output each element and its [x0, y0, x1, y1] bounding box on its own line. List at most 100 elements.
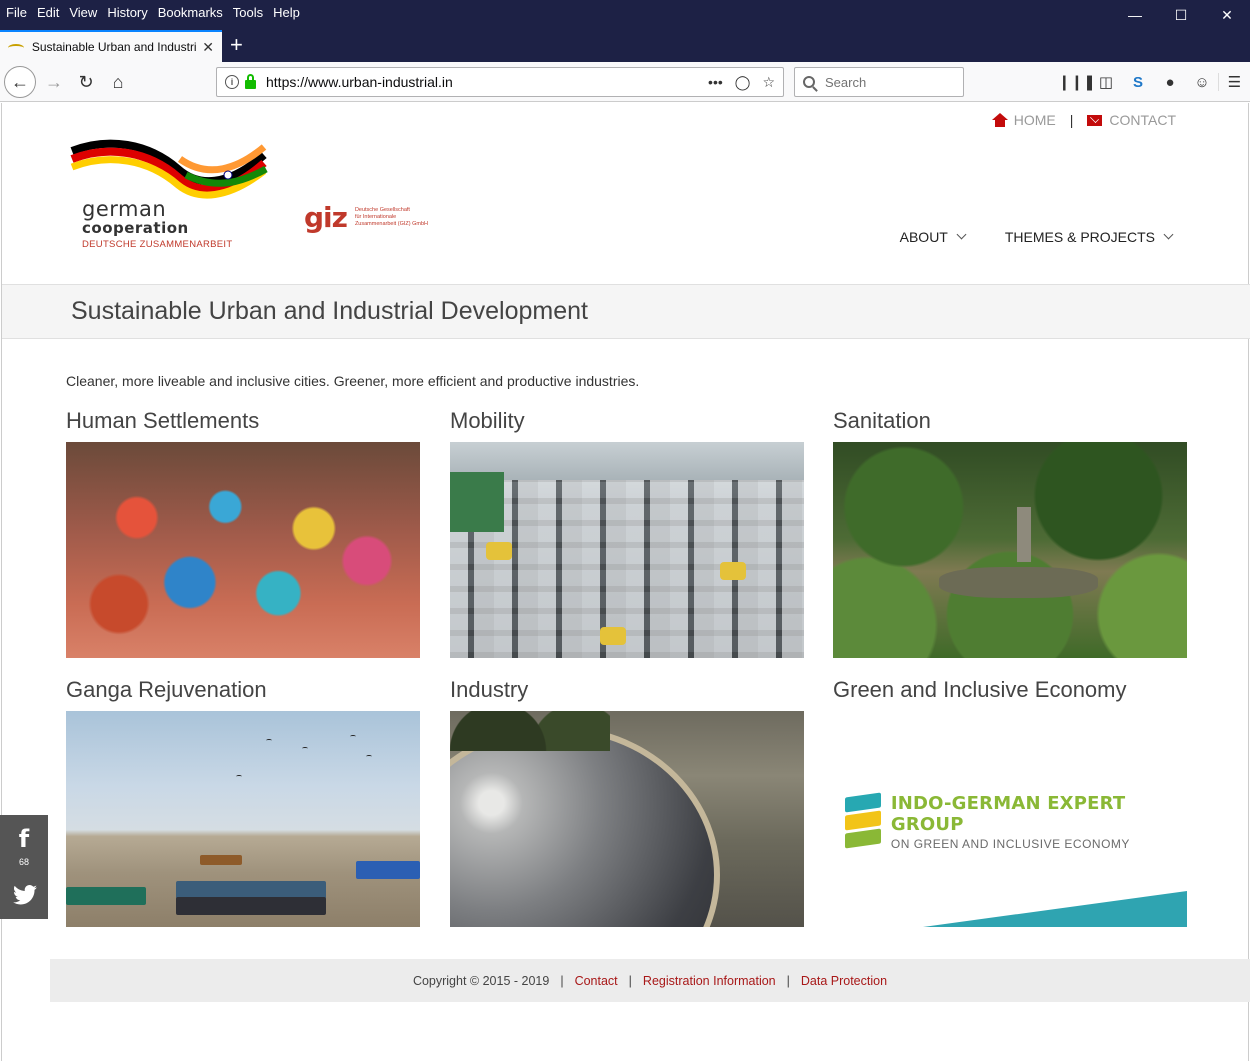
- menu-bookmarks[interactable]: Bookmarks: [158, 5, 223, 20]
- browser-titlebar: File Edit View History Bookmarks Tools H…: [0, 0, 1250, 62]
- extension-icon[interactable]: ●: [1154, 74, 1186, 91]
- card-image[interactable]: [833, 442, 1187, 658]
- card-title[interactable]: Sanitation: [833, 406, 1187, 442]
- search-bar[interactable]: Search: [794, 67, 964, 97]
- image-detail: [366, 755, 372, 758]
- card-image[interactable]: [66, 442, 420, 658]
- page-title: Sustainable Urban and Industrial Develop…: [71, 297, 588, 325]
- chevron-down-icon: [956, 229, 967, 240]
- card-image[interactable]: [66, 711, 420, 927]
- card-image[interactable]: [450, 711, 804, 927]
- giz-wordmark: giz: [304, 201, 348, 234]
- footer-contact-link[interactable]: Contact: [575, 974, 618, 988]
- favicon-icon: [8, 42, 26, 52]
- browser-tab[interactable]: Sustainable Urban and Industrial Develop…: [0, 30, 222, 62]
- footer-data-protection-link[interactable]: Data Protection: [801, 974, 887, 988]
- igeg-wedge-shape: [923, 891, 1187, 927]
- home-link[interactable]: HOME: [1014, 112, 1056, 128]
- card-image[interactable]: [450, 442, 804, 658]
- card-human-settlements[interactable]: Human Settlements: [66, 406, 420, 658]
- image-detail: [720, 562, 746, 580]
- menu-file[interactable]: File: [6, 5, 27, 20]
- nav-about[interactable]: ABOUT: [899, 229, 967, 245]
- close-tab-icon[interactable]: ✕: [202, 39, 214, 56]
- pocket-icon[interactable]: ◯: [735, 74, 751, 91]
- nav-themes-projects[interactable]: THEMES & PROJECTS: [1005, 229, 1174, 245]
- facebook-icon[interactable]: f: [14, 827, 34, 851]
- forward-icon[interactable]: →: [38, 66, 70, 98]
- close-window-icon[interactable]: ✕: [1204, 0, 1250, 30]
- image-detail: [302, 747, 308, 750]
- twitter-icon[interactable]: [13, 885, 37, 905]
- maximize-icon[interactable]: ☐: [1158, 0, 1204, 30]
- info-icon[interactable]: i: [225, 75, 239, 89]
- card-title[interactable]: Green and Inclusive Economy: [833, 675, 1187, 711]
- theme-grid: Human Settlements Mobility Sanitation Ga…: [66, 406, 1187, 936]
- url-actions: ••• ◯ ☆: [708, 74, 775, 91]
- hamburger-menu-icon[interactable]: ☰: [1218, 73, 1250, 91]
- extension-s-icon[interactable]: S: [1122, 74, 1154, 91]
- logo-line-cooperation: cooperation: [82, 219, 189, 237]
- menu-edit[interactable]: Edit: [37, 5, 59, 20]
- card-industry[interactable]: Industry: [450, 675, 804, 927]
- footer-separator: |: [786, 973, 790, 988]
- library-icon[interactable]: ❙❙❚: [1058, 73, 1096, 91]
- account-icon[interactable]: ☺: [1186, 74, 1218, 91]
- image-detail: [200, 855, 242, 865]
- home-button-icon[interactable]: ⌂: [102, 66, 134, 98]
- home-icon: [991, 113, 1008, 127]
- card-ganga-rejuvenation[interactable]: Ganga Rejuvenation: [66, 675, 420, 927]
- social-share-bar: f 68: [0, 815, 48, 919]
- page-actions-icon[interactable]: •••: [708, 74, 723, 91]
- bookmark-star-icon[interactable]: ☆: [762, 74, 775, 91]
- url-bar[interactable]: i https://www.urban-industrial.in ••• ◯ …: [216, 67, 784, 97]
- image-detail: [356, 861, 420, 879]
- image-detail: [450, 472, 504, 532]
- web-page: HOME | CONTACT german cooperation DEUTSC…: [1, 103, 1250, 1061]
- footer-separator: |: [628, 973, 632, 988]
- new-tab-icon[interactable]: +: [230, 34, 243, 56]
- back-icon[interactable]: ←: [4, 66, 36, 98]
- card-mobility[interactable]: Mobility: [450, 406, 804, 658]
- image-detail: [66, 887, 146, 905]
- menu-tools[interactable]: Tools: [233, 5, 263, 20]
- menu-view[interactable]: View: [69, 5, 97, 20]
- igeg-subtitle: ON GREEN AND INCLUSIVE ECONOMY: [890, 837, 1130, 851]
- card-sanitation[interactable]: Sanitation: [833, 406, 1187, 658]
- contact-link[interactable]: CONTACT: [1109, 112, 1176, 128]
- intro-text: Cleaner, more liveable and inclusive cit…: [66, 373, 640, 389]
- search-icon: [803, 76, 815, 88]
- reload-icon[interactable]: ↻: [70, 66, 102, 98]
- search-input[interactable]: Search: [825, 75, 866, 90]
- giz-logo[interactable]: giz Deutsche Gesellschaft für Internatio…: [304, 201, 428, 234]
- igeg-title: INDO-GERMAN EXPERT GROUP: [890, 793, 1126, 835]
- nav-separator: |: [1069, 112, 1074, 128]
- footer: Copyright © 2015 - 2019 | Contact | Regi…: [50, 959, 1250, 1002]
- minimize-icon[interactable]: —: [1112, 0, 1158, 30]
- menu-history[interactable]: History: [107, 5, 147, 20]
- card-image[interactable]: INDO-GERMAN EXPERT GROUP ON GREEN AND IN…: [833, 711, 1187, 927]
- nav-about-label: ABOUT: [899, 229, 948, 245]
- card-green-inclusive-economy[interactable]: Green and Inclusive Economy INDO-GERMAN …: [833, 675, 1187, 927]
- menu-help[interactable]: Help: [273, 5, 300, 20]
- image-detail: [350, 735, 356, 738]
- chevron-down-icon: [1163, 229, 1174, 240]
- toolbar-icons: ❙❙❚ ◫ S ● ☺ ☰: [1058, 62, 1250, 102]
- german-cooperation-logo[interactable]: german cooperation DEUTSCHE ZUSAMMENARBE…: [68, 139, 278, 254]
- card-title[interactable]: Ganga Rejuvenation: [66, 675, 420, 711]
- giz-subtitle-line: Deutsche Gesellschaft: [354, 207, 410, 213]
- card-title[interactable]: Human Settlements: [66, 406, 420, 442]
- card-title[interactable]: Mobility: [450, 406, 804, 442]
- url-input[interactable]: https://www.urban-industrial.in: [266, 74, 708, 90]
- igeg-text: INDO-GERMAN EXPERT GROUP ON GREEN AND IN…: [891, 793, 1187, 851]
- menu-bar: File Edit View History Bookmarks Tools H…: [0, 0, 310, 24]
- giz-subtitle-line: Zusammenarbeit (GIZ) GmbH: [354, 221, 428, 227]
- giz-subtitle-line: für Internationale: [354, 214, 397, 220]
- card-title[interactable]: Industry: [450, 675, 804, 711]
- igeg-logo: INDO-GERMAN EXPERT GROUP ON GREEN AND IN…: [845, 792, 1187, 851]
- footer-registration-link[interactable]: Registration Information: [643, 974, 776, 988]
- main-nav: ABOUT THEMES & PROJECTS: [860, 229, 1174, 245]
- tab-title: Sustainable Urban and Industrial Develop…: [31, 40, 197, 54]
- sidebar-icon[interactable]: ◫: [1090, 73, 1122, 91]
- facebook-share-count: 68: [18, 857, 29, 867]
